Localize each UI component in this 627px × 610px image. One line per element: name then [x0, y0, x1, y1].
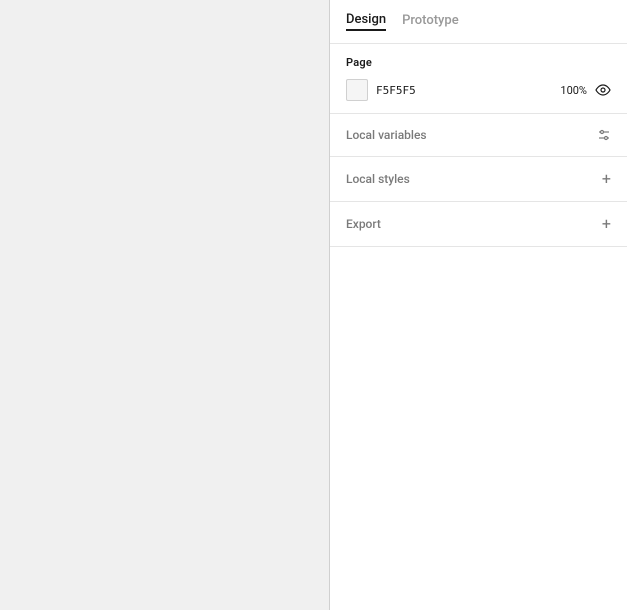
local-styles-label: Local styles — [346, 172, 410, 186]
page-color-value: F5F5F5 — [376, 84, 552, 97]
variables-settings-icon[interactable] — [597, 128, 611, 142]
page-section: Page F5F5F5 100% — [330, 44, 627, 114]
right-panel: Design Prototype Page F5F5F5 100% Local … — [330, 0, 627, 610]
page-opacity-value: 100% — [560, 84, 587, 97]
canvas-area — [0, 0, 330, 610]
local-variables-label: Local variables — [346, 128, 427, 142]
export-label: Export — [346, 217, 381, 231]
local-styles-section[interactable]: Local styles + — [330, 157, 627, 202]
tab-design[interactable]: Design — [346, 12, 386, 31]
export-add-icon[interactable]: + — [602, 216, 611, 232]
tab-bar: Design Prototype — [330, 0, 627, 44]
export-section[interactable]: Export + — [330, 202, 627, 247]
local-variables-section[interactable]: Local variables — [330, 114, 627, 157]
page-section-title: Page — [346, 56, 611, 69]
visibility-toggle[interactable] — [595, 82, 611, 98]
page-color-swatch[interactable] — [346, 79, 368, 101]
tab-prototype[interactable]: Prototype — [402, 13, 459, 30]
local-styles-add-icon[interactable]: + — [602, 171, 611, 187]
page-color-row: F5F5F5 100% — [346, 79, 611, 101]
